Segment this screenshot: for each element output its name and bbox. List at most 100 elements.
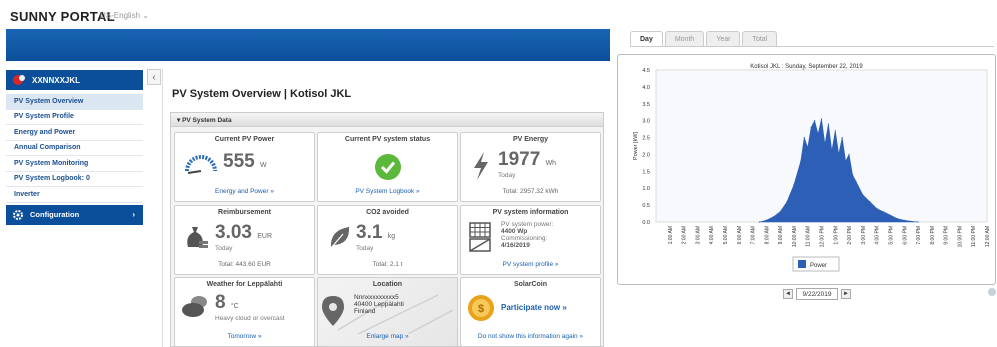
data-point xyxy=(772,216,774,218)
sidebar-collapse-button[interactable]: ‹ xyxy=(147,69,161,85)
tile-reimbursement: Reimbursement 3.03 EUR Today Total: 443.… xyxy=(174,205,315,275)
gear-icon xyxy=(13,209,23,220)
pv-system-logbook-link[interactable]: PV System Logbook » xyxy=(318,188,457,195)
reimbursement-sub: Today xyxy=(215,245,233,252)
data-point xyxy=(862,194,864,196)
sidebar-item-energy-and-power[interactable]: Energy and Power xyxy=(6,125,143,141)
data-point xyxy=(848,153,850,156)
x-tick-label: 6:00 PM xyxy=(902,226,908,245)
settings-icon[interactable] xyxy=(987,287,997,297)
y-tick-label: 1.0 xyxy=(642,186,650,192)
tile-title: Weather for Leppälahti xyxy=(206,281,283,288)
y-tick-label: 0.0 xyxy=(642,220,650,226)
x-tick-label: 5:00 AM xyxy=(723,226,729,244)
pv-energy-value: 1977 Wh xyxy=(498,149,557,170)
next-day-button[interactable]: ► xyxy=(841,289,851,299)
co2-sub: Today xyxy=(356,245,374,252)
tab-day[interactable]: Day xyxy=(630,31,663,47)
x-tick-label: 9:00 PM xyxy=(944,226,950,245)
page-title: PV System Overview | Kotisol JKL xyxy=(172,88,352,100)
x-tick-label: 7:00 PM xyxy=(916,226,922,245)
data-point xyxy=(779,211,781,213)
x-tick-label: 8:00 AM xyxy=(764,226,770,244)
tab-month[interactable]: Month xyxy=(664,31,705,47)
tile-title: SolarCoin xyxy=(513,281,548,288)
participate-now-link[interactable]: Participate now » xyxy=(501,303,567,312)
data-point xyxy=(903,219,905,221)
tile-title: PV system information xyxy=(492,209,569,216)
reimbursement-total: Total: 443.60 EUR xyxy=(218,261,271,268)
data-point xyxy=(831,150,833,152)
pv-energy-sub: Today xyxy=(498,172,516,179)
tomorrow-link[interactable]: Tomorrow » xyxy=(175,333,314,340)
energy-and-power-link[interactable]: Energy and Power » xyxy=(175,188,314,195)
y-tick-label: 4.0 xyxy=(642,85,650,91)
y-tick-label: 2.5 xyxy=(642,136,650,142)
x-tick-label: 11:00 PM xyxy=(971,226,977,247)
location-addr1: Nnnxxxxxxxxx5 xyxy=(354,294,399,301)
data-point xyxy=(910,220,912,222)
sidebar-item-pv-system-overview[interactable]: PV System Overview xyxy=(6,94,143,110)
tile-system-status: Current PV system status PV System Logbo… xyxy=(317,132,458,202)
tab-divider xyxy=(630,46,994,47)
x-tick-label: 6:00 AM xyxy=(737,226,743,244)
previous-day-button[interactable]: ◄ xyxy=(783,289,793,299)
x-tick-label: 12:00 PM xyxy=(820,226,826,247)
data-point xyxy=(882,211,885,213)
panel-header[interactable]: ▾ PV System Data xyxy=(171,113,603,127)
sidebar-item-pv-system-monitoring[interactable]: PV System Monitoring xyxy=(6,156,143,172)
tile-pv-power: Current PV Power 555 W Energy and Power … xyxy=(174,132,315,202)
x-tick-label: 10:00 PM xyxy=(957,226,963,247)
pv-system-profile-link[interactable]: PV system profile » xyxy=(461,261,600,268)
hide-solarcoin-link[interactable]: Do not show this information again » xyxy=(461,333,600,340)
sidebar-plant-header[interactable]: XXNNXXJKL xyxy=(6,70,143,90)
solarcoin-icon: $ xyxy=(468,295,494,321)
sidebar-item-inverter[interactable]: Inverter xyxy=(6,187,143,203)
y-tick-label: 3.0 xyxy=(642,119,650,125)
tile-title: CO2 avoided xyxy=(366,209,409,216)
x-tick-label: 3:00 PM xyxy=(861,226,867,245)
data-point xyxy=(758,221,761,223)
y-tick-label: 0.5 xyxy=(642,203,650,209)
y-axis-label: Power [kW] xyxy=(633,131,639,160)
sidebar-item-annual-comparison[interactable]: Annual Comparison xyxy=(6,141,143,156)
data-point xyxy=(896,218,898,220)
tile-title: Current PV Power xyxy=(214,136,275,143)
data-point xyxy=(889,214,892,216)
data-point xyxy=(803,136,805,139)
weather-temp: 8 °C xyxy=(215,292,239,313)
configuration-label: Configuration xyxy=(30,210,80,219)
tile-co2: CO2 avoided 3.1 kg Today Total: 2.1 t xyxy=(317,205,458,275)
location-addr2: 40400 Leppälahti xyxy=(354,301,404,308)
enlarge-map-link[interactable]: Enlarge map » xyxy=(318,333,457,340)
gauge-icon xyxy=(185,155,217,174)
y-tick-label: 2.0 xyxy=(642,152,650,158)
date-navigator: ◄ 9/22/2019 ► xyxy=(783,288,851,300)
header-banner xyxy=(6,29,610,61)
info-line1: PV system power: xyxy=(501,221,554,228)
data-point xyxy=(876,207,878,210)
pv-power-value: 555 W xyxy=(223,151,267,172)
sidebar-item-pv-system-profile[interactable]: PV System Profile xyxy=(6,110,143,125)
status-ok-icon xyxy=(375,154,401,180)
x-tick-label: 12:00 AM xyxy=(985,226,991,247)
legend-label: Power xyxy=(810,263,827,269)
reimbursement-value: 3.03 EUR xyxy=(215,222,273,243)
pv-system-data-panel: ▾ PV System Data Current PV Power 555 W … xyxy=(170,112,604,347)
tab-year[interactable]: Year xyxy=(706,31,741,47)
language-select[interactable]: US-English ⌄ xyxy=(100,11,149,20)
data-point xyxy=(820,118,823,120)
chevron-right-icon: › xyxy=(132,210,135,219)
svg-text:$: $ xyxy=(478,303,484,315)
x-tick-label: 4:00 PM xyxy=(875,226,881,245)
data-point xyxy=(917,221,919,223)
location-addr3: Finland xyxy=(354,308,376,315)
sidebar-item-pv-system-logbook-0[interactable]: PV System Logbook: 0 xyxy=(6,172,143,187)
tab-total[interactable]: Total xyxy=(742,31,778,47)
sidebar-configuration[interactable]: Configuration › xyxy=(6,204,143,225)
chart-tabs: Day Month Year Total xyxy=(630,31,778,47)
money-bag-icon xyxy=(187,227,208,248)
date-field[interactable]: 9/22/2019 xyxy=(796,288,838,300)
tile-system-info: PV system information PV system power: 4… xyxy=(460,205,601,275)
tile-weather: Weather for Leppälahti 8 °C Heavy cloud … xyxy=(174,277,315,347)
